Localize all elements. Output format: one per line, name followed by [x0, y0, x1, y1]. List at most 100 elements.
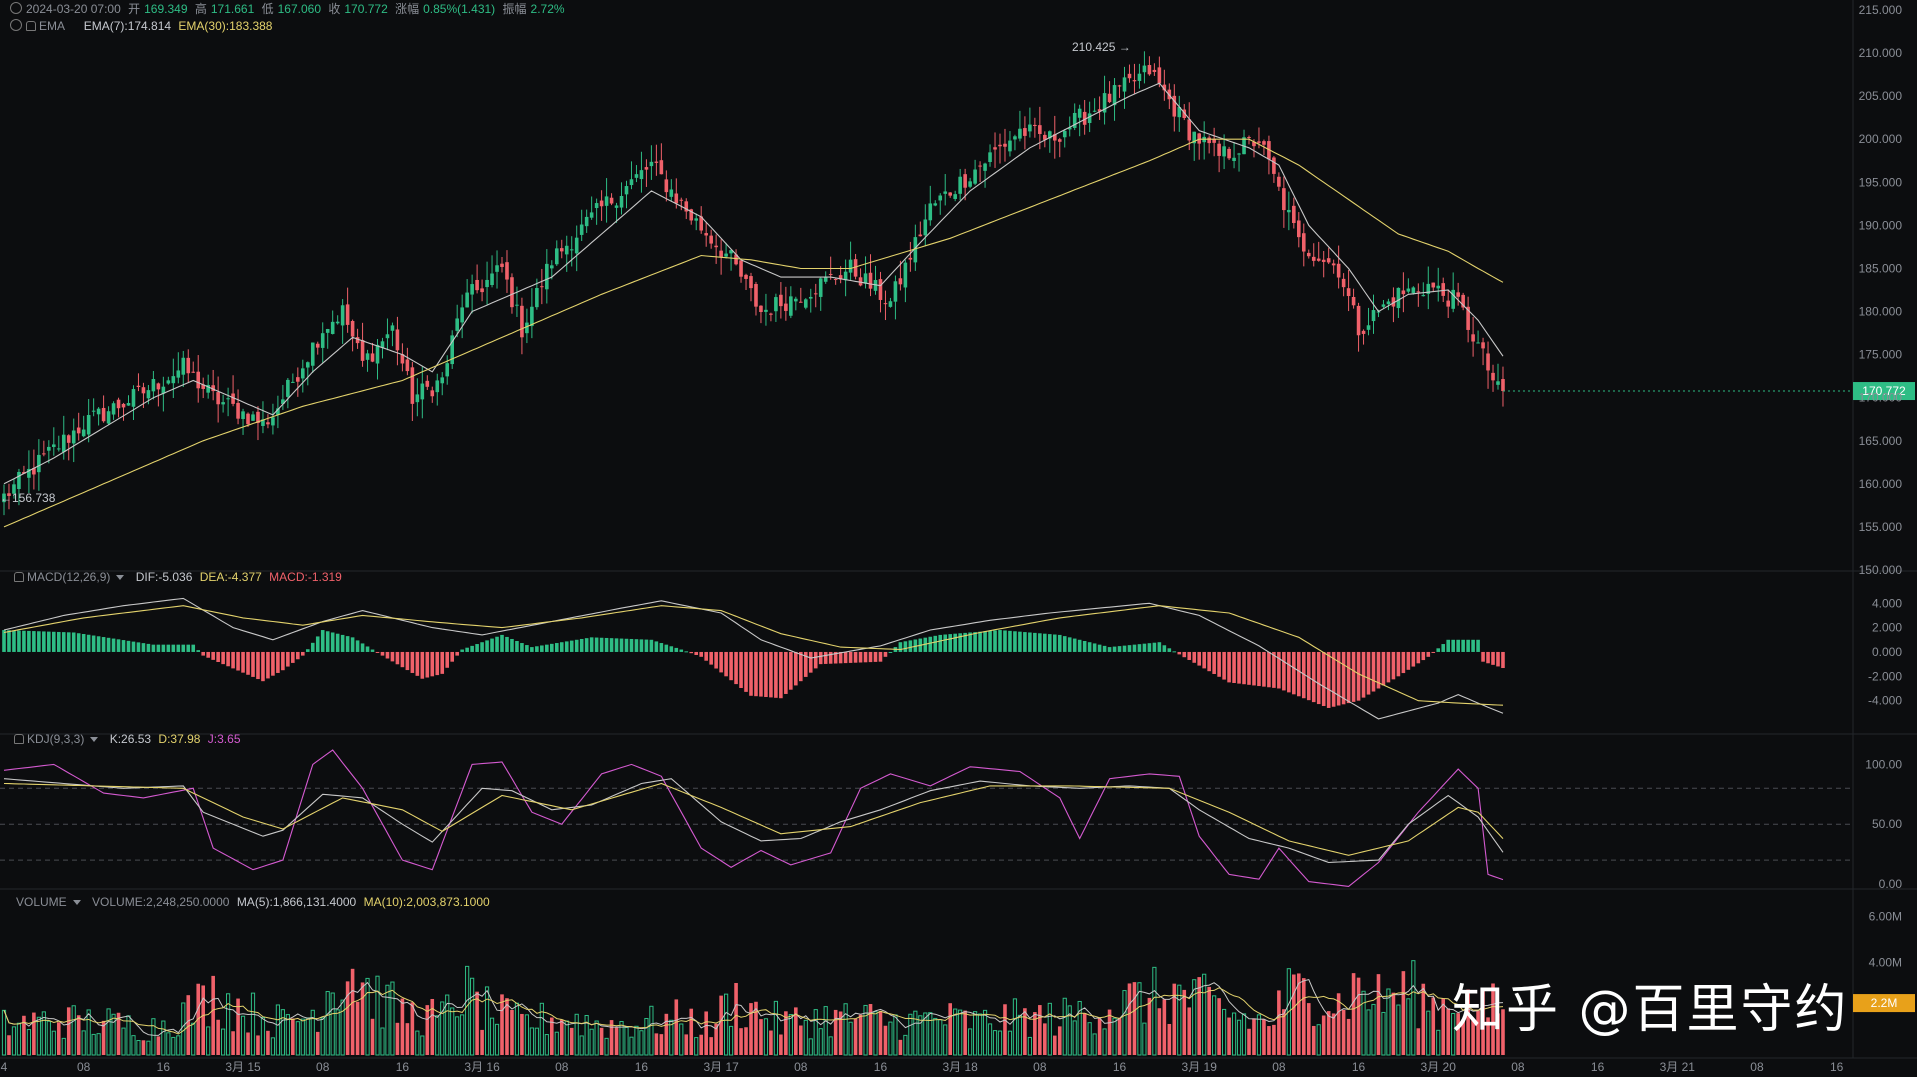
eye-icon[interactable] [10, 19, 22, 31]
volume-bar [803, 1019, 808, 1056]
kdj-tick-label: 100.00 [1865, 757, 1902, 771]
candle-body [599, 200, 604, 207]
candle-body [1501, 379, 1505, 392]
volume-bar [589, 1028, 594, 1056]
candle-body [550, 265, 554, 269]
macd-histogram-bar [898, 642, 903, 652]
chevron-down-icon[interactable] [90, 737, 99, 742]
dea-value: DEA:-4.377 [199, 570, 262, 584]
macd-histogram-bar [1336, 651, 1341, 706]
candle-body [355, 337, 360, 344]
macd-tick-label: 0.000 [1872, 645, 1902, 659]
candle-body [1406, 288, 1411, 292]
trading-chart[interactable]: 170.772 2.2M 215.000 210.000 205.000 200.00… [0, 0, 1917, 1077]
bell-icon[interactable] [14, 572, 24, 582]
bell-icon[interactable] [14, 734, 24, 744]
volume-bar [1262, 1019, 1266, 1055]
volume-bar [1197, 977, 1201, 1055]
volume-bar [579, 1035, 584, 1056]
candle-body [1386, 301, 1391, 305]
price-tick-label: 210.000 [1859, 46, 1903, 60]
price-tick-label: 215.000 [1859, 3, 1903, 17]
d-value: D:37.98 [158, 732, 201, 746]
candle-body [759, 305, 763, 313]
macd-histogram-bar [1152, 642, 1157, 652]
macd-histogram-bar [823, 651, 828, 664]
volume-bar [858, 1014, 863, 1055]
candle-body [315, 343, 320, 348]
macd-histogram-bar [858, 651, 863, 663]
macd-histogram-bar [988, 630, 992, 652]
candle-body [863, 273, 868, 284]
candle-body [246, 413, 250, 425]
volume-bar [639, 1030, 644, 1056]
vol-ma10-value: MA(10):2,003,873.1000 [363, 895, 490, 909]
macd-histogram-bar [828, 651, 833, 664]
candle-body [156, 383, 161, 390]
bell-icon[interactable] [26, 21, 36, 31]
price-pane[interactable]: 170.772 [2, 51, 1915, 528]
time-tick-label: 16 [1830, 1060, 1844, 1074]
volume-bar [1172, 983, 1177, 1055]
volume-bar [664, 1013, 669, 1055]
candle-body [1272, 157, 1276, 174]
macd-histogram-bar [1476, 639, 1480, 652]
macd-histogram-bar [490, 638, 494, 652]
candle-body [813, 293, 818, 295]
chevron-down-icon[interactable] [72, 900, 81, 905]
macd-histogram-bar [1242, 651, 1246, 685]
candle-body [106, 411, 111, 424]
candle-body [764, 309, 768, 312]
macd-histogram-bar [390, 651, 395, 662]
candle-body [136, 385, 141, 388]
candle-body [1187, 119, 1192, 141]
volume-bar [853, 1018, 858, 1055]
volume-bar [1371, 1003, 1376, 1056]
candle-body [1257, 141, 1261, 143]
volume-bar [360, 982, 365, 1055]
candle-body [71, 430, 76, 444]
candle-body [116, 399, 121, 409]
volume-bar [1441, 998, 1446, 1055]
candle-body [1287, 209, 1291, 213]
macd-histogram-bar [1182, 651, 1187, 658]
candle-body [1092, 110, 1097, 112]
candle-body [470, 284, 474, 295]
macd-histogram-bar [818, 651, 823, 665]
price-tick-label: 155.000 [1859, 520, 1903, 534]
volume-bar [1112, 1017, 1117, 1056]
volume-bar [1052, 1035, 1057, 1055]
time-tick-label: 3月 20 [1421, 1060, 1457, 1074]
macd-histogram-bar [1092, 643, 1097, 652]
volume-bar [330, 992, 335, 1056]
macd-histogram-bar [196, 650, 201, 652]
volume-bar [773, 1000, 778, 1056]
volume-bar [604, 1037, 609, 1056]
macd-histogram-bar [559, 642, 564, 652]
kdj-pane[interactable] [0, 749, 1850, 887]
eye-icon[interactable] [10, 2, 22, 14]
macd-histogram-bar [1341, 651, 1346, 705]
price-tick-label: 195.000 [1859, 175, 1903, 189]
macd-pane[interactable] [2, 597, 1505, 720]
macd-histogram-bar [1471, 639, 1475, 652]
candle-body [848, 259, 853, 273]
volume-bar [435, 1015, 440, 1056]
volume-bar [1, 1009, 7, 1056]
volume-bar [246, 1032, 250, 1055]
macd-histogram-bar [634, 639, 639, 652]
macd-histogram-bar [903, 641, 908, 652]
volume-bar [91, 1033, 96, 1056]
chevron-down-icon[interactable] [116, 575, 125, 580]
candle-body [634, 174, 639, 178]
volume-bar [161, 1020, 166, 1056]
candle-body [490, 273, 494, 286]
volume-bar [689, 1008, 694, 1055]
candle-body [126, 403, 131, 406]
macd-histogram-bar [151, 644, 156, 652]
volume-bar [484, 986, 490, 1056]
volume-bar [410, 1002, 415, 1055]
ema30-line [3, 138, 1504, 528]
macd-histogram-bar [121, 640, 126, 652]
candle-body [883, 303, 888, 305]
